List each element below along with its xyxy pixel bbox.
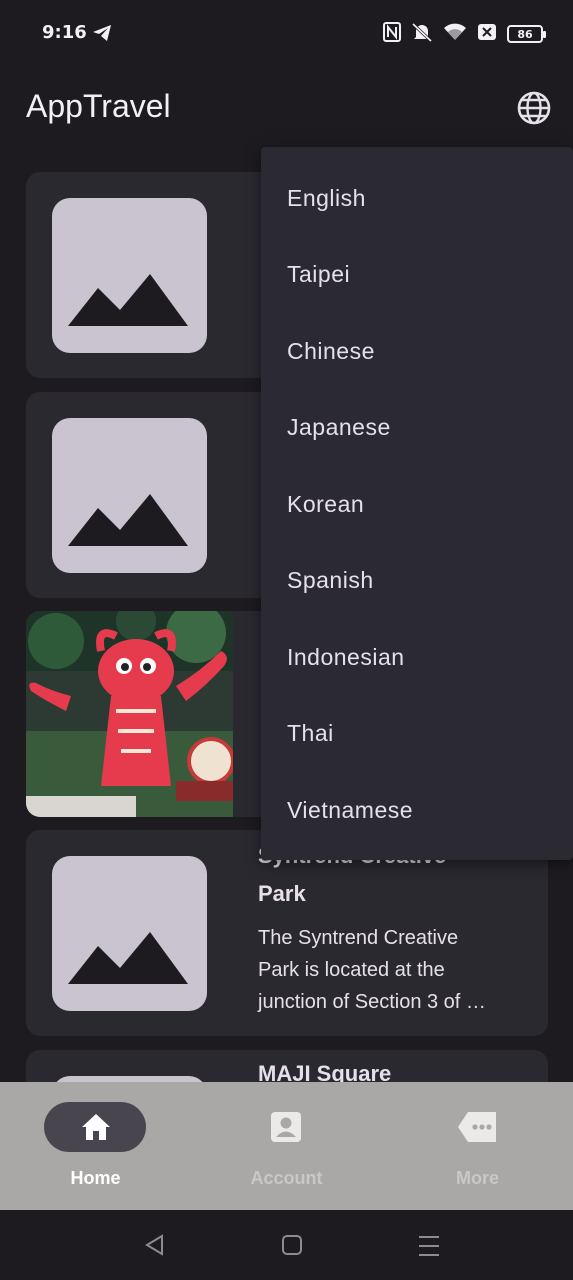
menu-item-japanese[interactable]: Japanese — [287, 414, 391, 441]
attraction-description: The Syntrend Creative — [258, 927, 459, 949]
nav-item-home[interactable]: Home — [0, 1082, 191, 1210]
status-time: 9:16 — [42, 22, 87, 43]
recents-icon[interactable] — [418, 1235, 440, 1261]
sim-off-icon — [477, 23, 497, 45]
attraction-photo — [26, 611, 233, 817]
menu-item-korean[interactable]: Korean — [287, 491, 364, 518]
menu-item-chinese[interactable]: Chinese — [287, 338, 375, 365]
image-placeholder-icon — [52, 856, 207, 1011]
menu-item-thai[interactable]: Thai — [287, 720, 334, 747]
menu-item-indonesian[interactable]: Indonesian — [287, 644, 405, 671]
nfc-icon — [383, 22, 401, 46]
more-icon — [458, 1112, 498, 1146]
menu-item-spanish[interactable]: Spanish — [287, 567, 374, 594]
status-bar: 9:16 86 — [0, 0, 573, 66]
attraction-title: Park — [258, 881, 306, 906]
battery-icon: 86 — [507, 25, 546, 43]
image-placeholder-icon — [52, 418, 207, 573]
menu-item-vietnamese[interactable]: Vietnamese — [287, 797, 413, 824]
language-menu: English Taipei Chinese Japanese Korean S… — [261, 147, 573, 860]
globe-icon[interactable] — [516, 90, 552, 126]
account-icon — [271, 1112, 301, 1146]
app-title: AppTravel — [26, 88, 171, 124]
back-icon[interactable] — [144, 1234, 164, 1260]
nav-item-more[interactable]: More — [382, 1082, 573, 1210]
nav-label-account: Account — [250, 1168, 323, 1188]
bottom-navigation: Home Account More — [0, 1082, 573, 1210]
wifi-icon — [443, 22, 467, 46]
status-icons: 86 — [383, 22, 546, 46]
home-icon — [80, 1112, 112, 1146]
attraction-description: junction of Section 3 of … — [258, 991, 486, 1013]
mute-icon — [411, 22, 433, 46]
image-placeholder-icon — [52, 198, 207, 353]
nav-label-home: Home — [70, 1168, 121, 1188]
nav-label-more: More — [455, 1168, 499, 1188]
system-navigation-bar — [0, 1210, 573, 1280]
home-square-icon[interactable] — [282, 1235, 302, 1259]
menu-item-english[interactable]: English — [287, 185, 366, 212]
nav-item-account[interactable]: Account — [191, 1082, 382, 1210]
telegram-icon — [92, 24, 112, 46]
attraction-description: Park is located at the — [258, 959, 445, 981]
menu-item-taipei[interactable]: Taipei — [287, 261, 350, 288]
attraction-card[interactable]: Syntrend Creative Park The Syntrend Crea… — [26, 830, 548, 1036]
